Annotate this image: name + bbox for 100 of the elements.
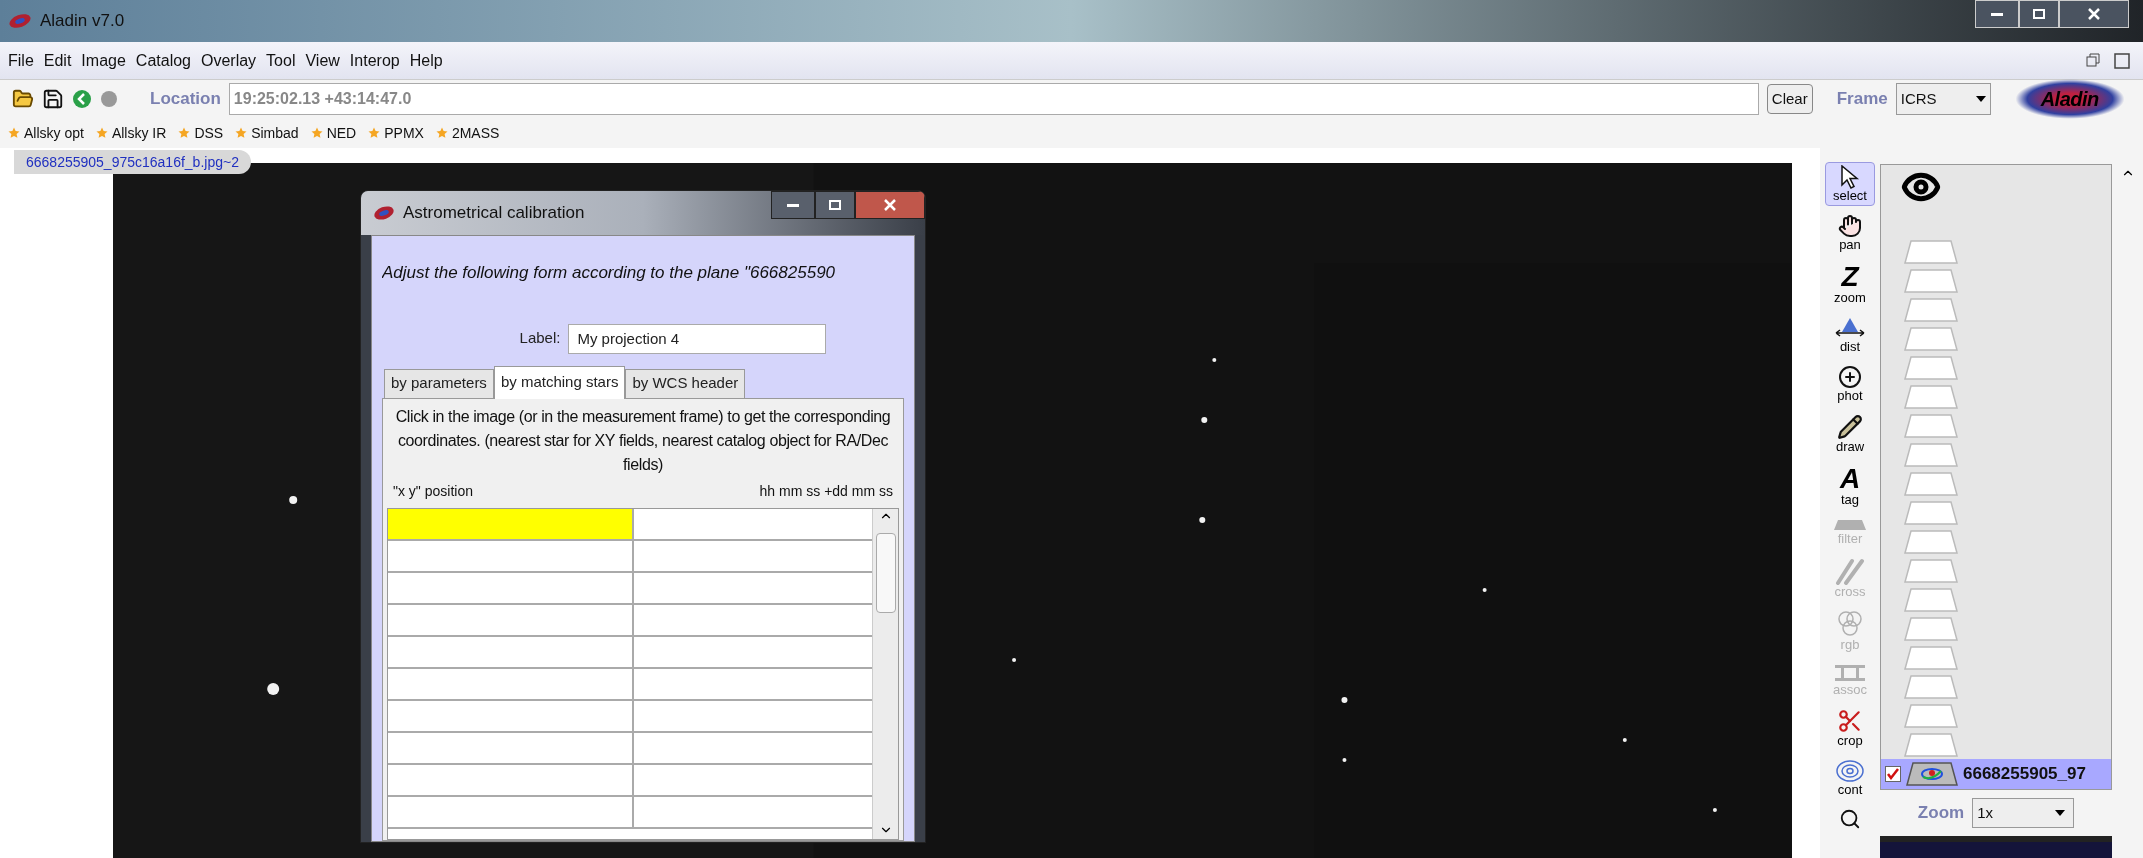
menu-item[interactable]: File <box>8 48 34 73</box>
circle-icon[interactable] <box>100 90 118 108</box>
app-logo-icon <box>373 205 395 221</box>
close-button[interactable] <box>855 191 925 219</box>
tool-button[interactable]: draw <box>1825 411 1875 457</box>
empty-plane-icon[interactable] <box>1903 586 1959 613</box>
star-icon <box>368 127 381 139</box>
scissors-icon <box>1837 708 1863 734</box>
plane-row[interactable]: 6668255905_97 <box>1881 759 2111 789</box>
tool-button[interactable]: dist <box>1825 313 1875 357</box>
empty-plane-icon[interactable] <box>1903 673 1959 700</box>
star-icon <box>235 127 248 139</box>
tool-button[interactable]: cont <box>1825 756 1875 800</box>
bookmark-link[interactable]: NED <box>310 122 357 144</box>
bookmark-link[interactable]: Simbad <box>235 122 299 144</box>
circle-plus-icon <box>1838 365 1862 389</box>
star-icon <box>8 127 20 139</box>
menu-item[interactable]: Image <box>81 48 126 73</box>
check-icon <box>1887 768 1899 780</box>
close-icon <box>884 199 896 211</box>
film-strip-icon <box>1834 663 1866 683</box>
empty-plane-icon[interactable] <box>1903 238 1959 265</box>
save-icon[interactable] <box>42 88 64 110</box>
empty-plane-icon[interactable] <box>1903 441 1959 468</box>
ruler-triangle-icon <box>1833 316 1867 340</box>
empty-plane-icon[interactable] <box>1903 557 1959 584</box>
menu-item[interactable]: Catalog <box>135 48 191 73</box>
table-cell[interactable] <box>388 508 634 539</box>
window-title: Aladin v7.0 <box>40 10 125 33</box>
star-icon <box>95 127 108 139</box>
dialog-title: Astrometrical calibration <box>403 202 585 225</box>
empty-plane-icon[interactable] <box>1903 499 1959 526</box>
star-icon <box>178 127 191 139</box>
menu-item[interactable]: Edit <box>43 48 72 73</box>
empty-plane-icon[interactable] <box>1903 296 1959 323</box>
tool-button[interactable]: select <box>1825 162 1875 206</box>
bookmark-link[interactable]: Allsky opt <box>8 122 84 144</box>
star-icon <box>435 127 448 139</box>
frame-dropdown[interactable]: ICRS <box>1895 83 1991 115</box>
zoom-label: Zoom <box>1917 802 1965 825</box>
scroll-thumb[interactable] <box>875 532 896 613</box>
label-input[interactable]: My projection 4 <box>568 323 827 354</box>
tab[interactable]: by parameters <box>384 368 494 398</box>
tool-button[interactable]: A tag <box>1825 462 1875 510</box>
cross-lines-icon <box>1834 557 1866 585</box>
scrollbar[interactable] <box>872 508 898 839</box>
zoom-dropdown[interactable]: 1x <box>1972 798 2075 828</box>
empty-plane-icon[interactable] <box>1903 731 1959 758</box>
menu-item[interactable]: Interop <box>349 48 400 73</box>
bookmark-link[interactable]: DSS <box>178 122 224 144</box>
tool-button[interactable]: crop <box>1825 705 1875 751</box>
pencil-icon <box>1837 414 1863 440</box>
contour-icon <box>1835 759 1865 783</box>
empty-plane-icon[interactable] <box>1903 354 1959 381</box>
empty-plane-icon[interactable] <box>1903 702 1959 729</box>
menu-item[interactable]: Tool <box>266 48 296 73</box>
search-icon <box>1839 808 1861 830</box>
bookmark-link[interactable]: 2MASS <box>435 122 500 144</box>
tool-button[interactable]: Z zoom <box>1825 260 1875 308</box>
location-label: Location <box>150 88 221 111</box>
empty-plane-icon[interactable] <box>1903 470 1959 497</box>
tool-button[interactable]: pan <box>1825 211 1875 255</box>
empty-plane-icon[interactable] <box>1903 644 1959 671</box>
empty-plane-icon[interactable] <box>1903 267 1959 294</box>
empty-plane-icon[interactable] <box>1903 528 1959 555</box>
column-header: hh mm ss +dd mm ss <box>759 481 893 501</box>
help-text: Click in the image (or in the measurement frame) to get the corresponding coordinates. (nearest star for XY fields, nearest catalog object for RA/Dec fields) <box>394 406 892 475</box>
plane-name: 6668255905_97 <box>1963 763 2086 786</box>
hand-icon <box>1838 214 1862 238</box>
three-circles-icon <box>1836 610 1864 638</box>
location-field[interactable]: 19:25:02.13 +43:14:47.0 <box>228 83 1759 115</box>
tab[interactable]: by matching stars <box>493 365 626 399</box>
menu-item[interactable]: Help <box>409 48 443 73</box>
menu-item[interactable]: Overlay <box>201 48 257 73</box>
star-icon <box>310 127 323 139</box>
maximize-icon[interactable] <box>2113 51 2131 70</box>
checkbox[interactable] <box>1885 766 1901 782</box>
minimize-button[interactable] <box>771 191 815 219</box>
maximize-button[interactable] <box>815 191 855 219</box>
frame-label: Frame <box>1836 88 1888 111</box>
close-icon <box>2088 8 2100 20</box>
clear-button[interactable]: Clear <box>1766 84 1813 114</box>
tab[interactable]: by WCS header <box>625 368 746 398</box>
app-logo: Aladin <box>2014 79 2125 119</box>
image-plane-icon <box>1905 761 1959 787</box>
label-caption: Label: <box>519 328 561 349</box>
empty-plane-icon[interactable] <box>1903 383 1959 410</box>
column-header: "x y" position <box>393 481 473 501</box>
bookmark-link[interactable]: PPMX <box>368 122 424 144</box>
plane-tab[interactable]: 6668255905_975c16a16f_b.jpg~2 <box>14 150 251 174</box>
restore-icon[interactable] <box>2085 51 2101 68</box>
bookmark-link[interactable]: Allsky IR <box>95 122 167 144</box>
open-folder-icon[interactable] <box>12 88 34 110</box>
tool-button[interactable]: phot <box>1825 362 1875 406</box>
app-logo-icon <box>8 12 32 30</box>
instruction-text: Adjust the following form according to the plane "666825590 <box>382 262 837 284</box>
empty-plane-icon[interactable] <box>1903 615 1959 642</box>
empty-plane-icon[interactable] <box>1903 412 1959 439</box>
menu-item[interactable]: View <box>305 48 340 73</box>
empty-plane-icon[interactable] <box>1903 325 1959 352</box>
